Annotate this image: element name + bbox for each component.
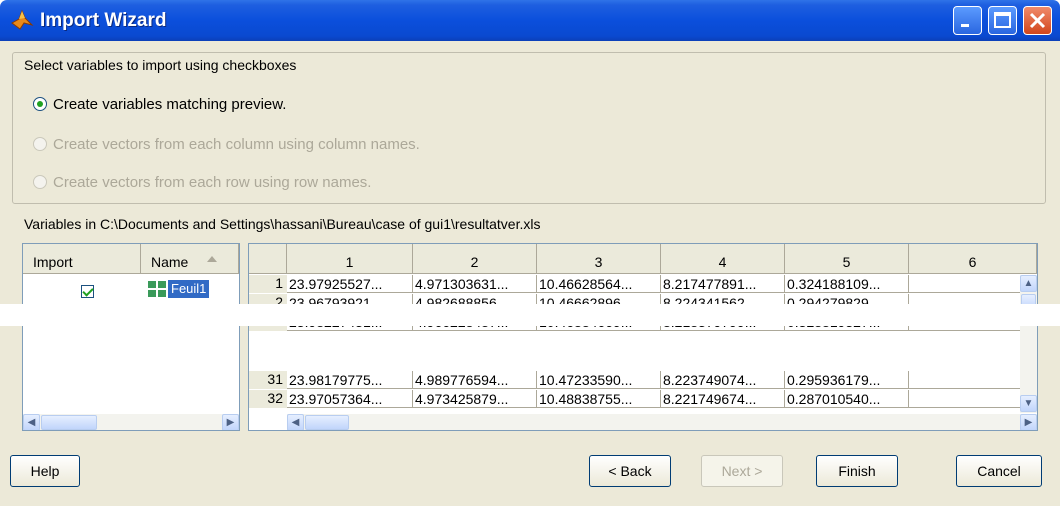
finish-button[interactable]: Finish xyxy=(816,455,898,487)
table-cell[interactable]: 8.223749074... xyxy=(661,371,785,389)
scroll-left-icon[interactable]: ◀ xyxy=(23,414,40,430)
radio-checked-icon[interactable] xyxy=(33,97,47,111)
corner-header xyxy=(249,244,287,274)
maximize-icon xyxy=(994,12,1011,28)
table-cell[interactable]: 23.97057364... xyxy=(287,390,413,408)
scrollbar-thumb[interactable] xyxy=(305,415,349,430)
table-cell[interactable]: 8.221749674... xyxy=(661,390,785,408)
back-button[interactable]: < Back xyxy=(589,455,671,487)
table-cell[interactable]: 23.98179775... xyxy=(287,371,413,389)
left-horizontal-scrollbar[interactable]: ◀ ▶ xyxy=(23,414,239,430)
table-cell[interactable]: 4.973425879... xyxy=(413,390,537,408)
scroll-up-icon[interactable]: ▲ xyxy=(1020,275,1037,292)
column-header-import[interactable]: Import xyxy=(23,244,141,274)
table-cell[interactable] xyxy=(909,371,1021,389)
table-cell[interactable]: 4.971303631... xyxy=(413,275,537,293)
grid-horizontal-scrollbar[interactable]: ◀ ▶ xyxy=(287,414,1037,430)
spreadsheet-grid-icon xyxy=(147,280,167,298)
data-preview-grid: 1 2 3 4 5 6 1 23.97925527... 4.971303631… xyxy=(248,243,1038,431)
scroll-right-icon[interactable]: ▶ xyxy=(222,414,239,430)
help-button[interactable]: Help xyxy=(10,455,80,487)
minimize-icon xyxy=(961,24,969,27)
scrollbar-thumb[interactable] xyxy=(41,415,97,430)
maximize-button[interactable] xyxy=(988,6,1017,35)
table-cell[interactable]: 10.48838755... xyxy=(537,390,661,408)
column-header-name[interactable]: Name xyxy=(141,244,239,274)
table-cell[interactable]: 10.47233590... xyxy=(537,371,661,389)
table-cell[interactable]: 0.324188109... xyxy=(785,275,909,293)
import-checkbox[interactable] xyxy=(81,285,94,298)
column-header[interactable]: 4 xyxy=(661,244,785,274)
table-cell[interactable]: 0.287010540... xyxy=(785,390,909,408)
row-number: 31 xyxy=(249,371,287,389)
close-button[interactable] xyxy=(1023,6,1052,35)
column-header[interactable]: 3 xyxy=(537,244,661,274)
row-number: 32 xyxy=(249,390,287,408)
window-title: Import Wizard xyxy=(40,10,167,31)
cancel-button[interactable]: Cancel xyxy=(956,455,1042,487)
screenshot-gap xyxy=(0,304,1060,326)
next-button: Next > xyxy=(701,455,783,487)
radio-vectors-columns: Create vectors from each column using co… xyxy=(33,134,420,154)
table-cell[interactable]: 0.295936179... xyxy=(785,371,909,389)
column-header[interactable]: 6 xyxy=(909,244,1037,274)
variable-row-feuil1[interactable]: Feuil1 xyxy=(147,279,210,299)
table-cell[interactable]: 4.989776594... xyxy=(413,371,537,389)
table-cell[interactable]: 8.217477891... xyxy=(661,275,785,293)
title-bar: Import Wizard xyxy=(0,0,1060,41)
radio-columns-label: Create vectors from each column using co… xyxy=(53,135,420,153)
table-cell[interactable] xyxy=(909,275,1021,293)
radio-rows-label: Create vectors from each row using row n… xyxy=(53,173,372,191)
radio-disabled-icon xyxy=(33,175,47,189)
radio-preview-label: Create variables matching preview. xyxy=(53,95,287,113)
column-header[interactable]: 2 xyxy=(413,244,537,274)
radio-vectors-rows: Create vectors from each row using row n… xyxy=(33,172,371,192)
column-header[interactable]: 1 xyxy=(287,244,413,274)
column-header-name-label: Name xyxy=(151,254,189,270)
options-group-label: Select variables to import using checkbo… xyxy=(20,57,301,73)
scroll-right-icon[interactable]: ▶ xyxy=(1020,414,1037,430)
table-cell[interactable] xyxy=(909,390,1021,408)
scroll-down-icon[interactable]: ▼ xyxy=(1020,395,1037,412)
close-icon xyxy=(1029,12,1046,29)
table-cell[interactable]: 23.97925527... xyxy=(287,275,413,293)
table-cell[interactable]: 10.46628564... xyxy=(537,275,661,293)
wizard-body: Select variables to import using checkbo… xyxy=(0,41,1060,506)
grid-vertical-scrollbar[interactable]: ▲ ▼ xyxy=(1020,275,1037,413)
row-number: 1 xyxy=(249,275,287,293)
sort-ascending-icon xyxy=(207,256,217,262)
minimize-button[interactable] xyxy=(953,6,982,35)
variables-list: Import Name Feuil1 ◀ ▶ xyxy=(22,243,240,431)
radio-disabled-icon xyxy=(33,137,47,151)
column-header[interactable]: 5 xyxy=(785,244,909,274)
variables-path-label: Variables in C:\Documents and Settings\h… xyxy=(24,216,541,232)
scroll-left-icon[interactable]: ◀ xyxy=(287,414,304,430)
radio-create-matching-preview[interactable]: Create variables matching preview. xyxy=(33,94,286,114)
variable-name: Feuil1 xyxy=(168,280,210,298)
matlab-logo-icon xyxy=(11,9,34,30)
